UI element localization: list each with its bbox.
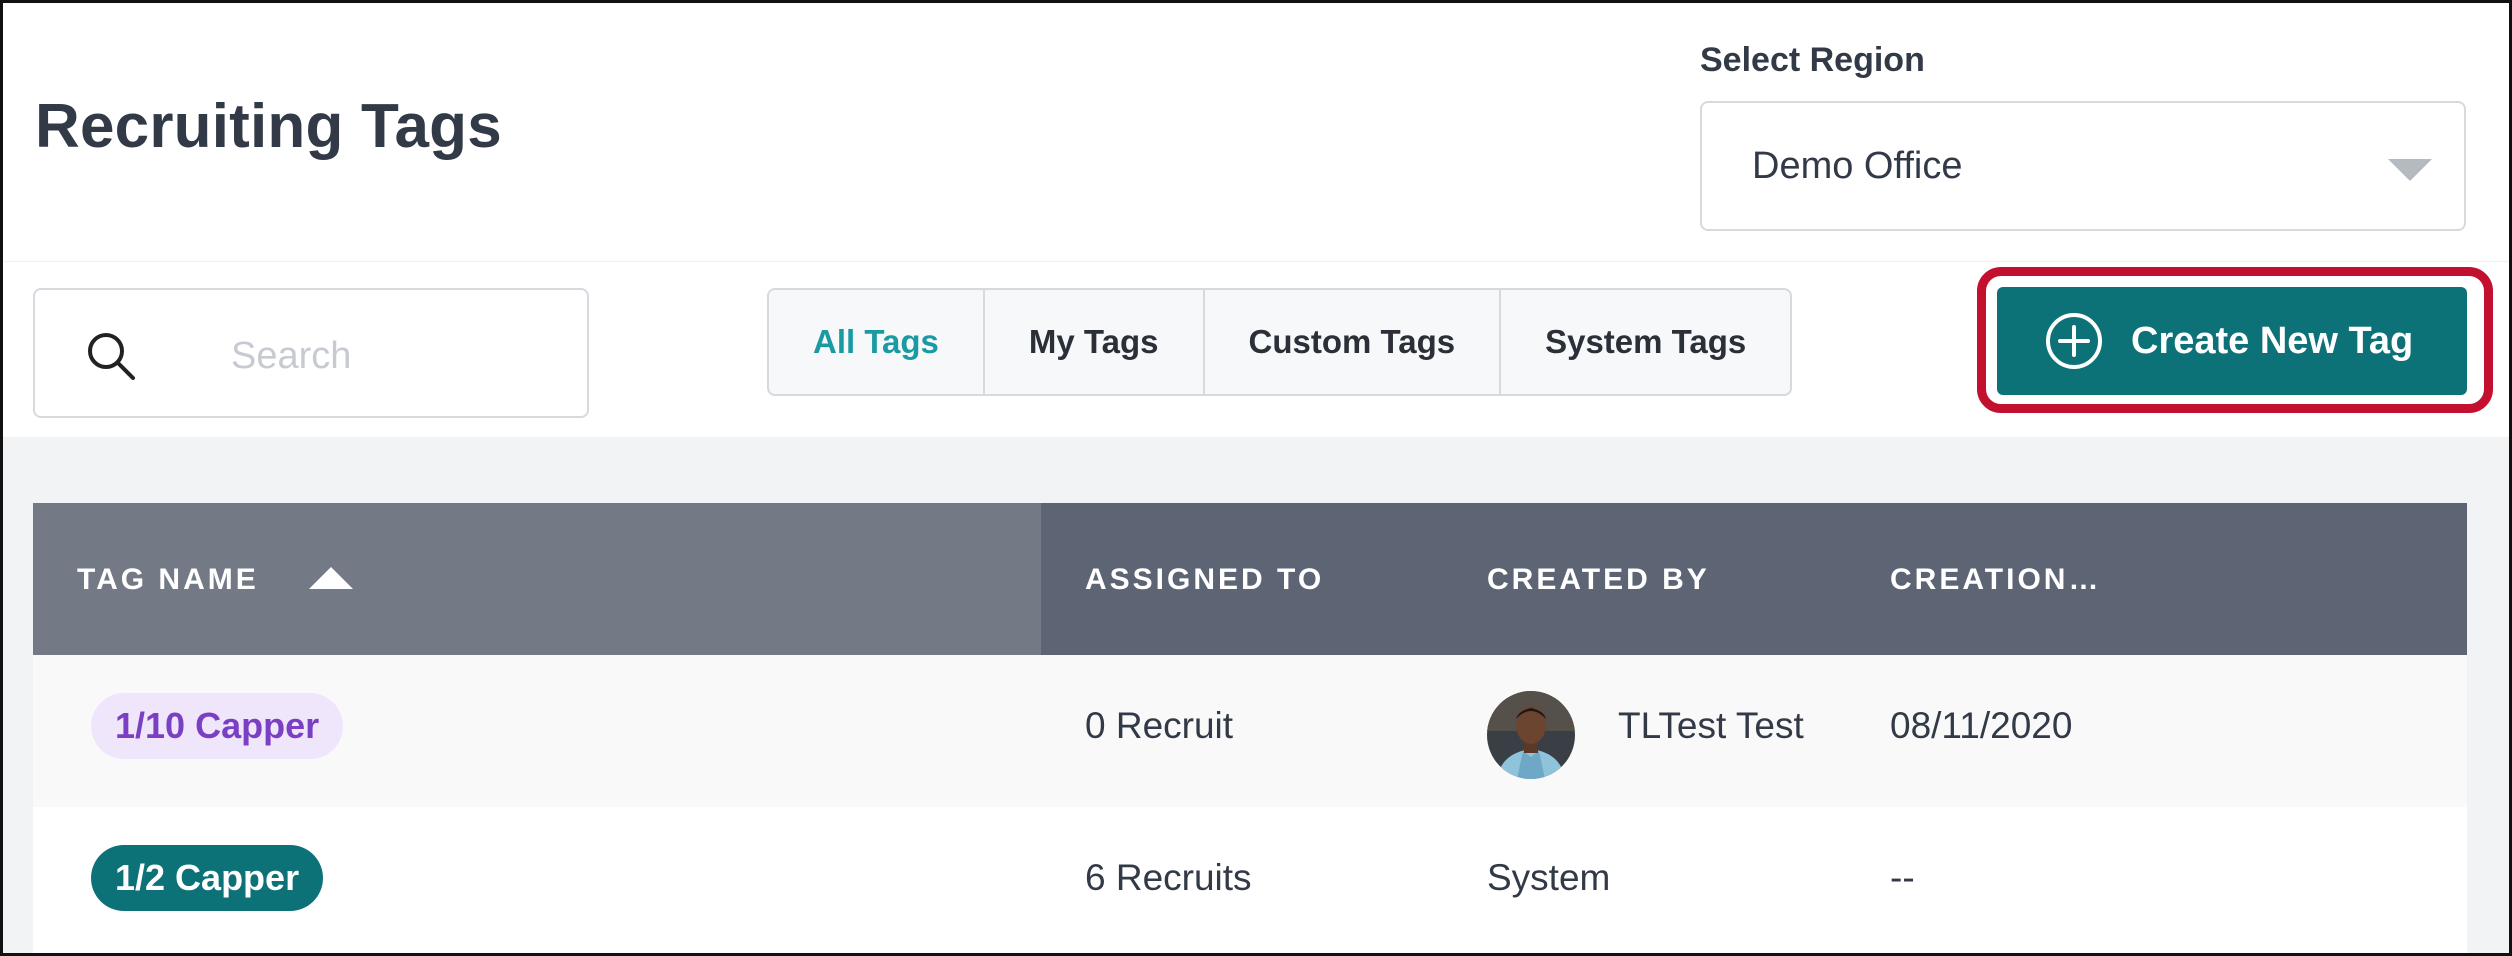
tab-system-tags[interactable]: System Tags xyxy=(1501,290,1790,394)
tags-table: TAG NAME ASSIGNED TO CREATED BY CREATION… xyxy=(33,503,2467,953)
column-header-creation[interactable]: CREATION… xyxy=(1890,563,2101,597)
table-row[interactable]: 1/2 Capper 6 Recruits System -- xyxy=(33,807,2467,953)
search-icon xyxy=(88,333,135,380)
table-header: TAG NAME ASSIGNED TO CREATED BY CREATION… xyxy=(33,503,2467,655)
tab-all-tags[interactable]: All Tags xyxy=(769,290,985,394)
tag-filter-group: All Tags My Tags Custom Tags System Tags xyxy=(767,288,1793,396)
create-button-label: Create New Tag xyxy=(2131,319,2414,362)
tab-custom-tags[interactable]: Custom Tags xyxy=(1205,290,1502,394)
sort-ascending-icon xyxy=(309,567,353,589)
region-value: Demo Office xyxy=(1752,145,1963,187)
column-label-tag-name: TAG NAME xyxy=(77,563,259,596)
create-new-tag-button[interactable]: Create New Tag xyxy=(1997,287,2467,395)
plus-circle-icon xyxy=(2046,313,2102,369)
creation-date-cell: 08/11/2020 xyxy=(1890,705,2073,746)
column-header-assigned-to[interactable]: ASSIGNED TO xyxy=(1085,563,1324,597)
caret-down-icon xyxy=(2388,159,2432,181)
region-label: Select Region xyxy=(1700,41,1925,79)
avatar xyxy=(1487,691,1575,779)
search-box[interactable] xyxy=(33,288,589,418)
tab-my-tags[interactable]: My Tags xyxy=(985,290,1205,394)
tag-pill[interactable]: 1/10 Capper xyxy=(91,693,344,759)
assigned-to-cell: 0 Recruit xyxy=(1085,705,1234,746)
creation-date-cell: -- xyxy=(1890,857,1915,898)
page-title: Recruiting Tags xyxy=(35,92,502,161)
table-row[interactable]: 1/10 Capper 0 Recruit TLTest Test 08/11/… xyxy=(33,655,2467,807)
app-frame: Recruiting Tags Select Region Demo Offic… xyxy=(0,0,2512,956)
table-area: TAG NAME ASSIGNED TO CREATED BY CREATION… xyxy=(3,437,2509,953)
tag-pill[interactable]: 1/2 Capper xyxy=(91,845,324,911)
column-header-tag-name[interactable]: TAG NAME xyxy=(33,503,1041,655)
created-by-cell: System xyxy=(1487,857,1611,898)
created-by-cell: TLTest Test xyxy=(1618,705,1804,746)
assigned-to-cell: 6 Recruits xyxy=(1085,857,1252,898)
search-input[interactable] xyxy=(231,326,551,386)
region-select[interactable]: Demo Office xyxy=(1700,101,2466,231)
column-header-created-by[interactable]: CREATED BY xyxy=(1487,563,1710,597)
